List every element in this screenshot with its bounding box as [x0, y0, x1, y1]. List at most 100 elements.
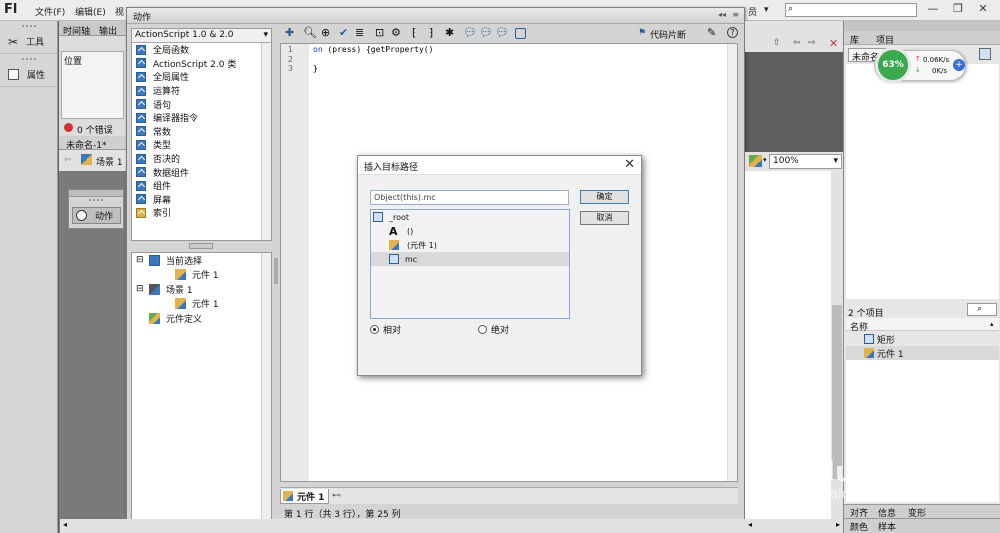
splitter-handle[interactable]	[189, 243, 213, 249]
code-hint-icon[interactable]: ⊡	[375, 26, 386, 39]
library-item[interactable]: 矩形	[846, 332, 999, 346]
tab-swatches[interactable]: 样本	[878, 520, 896, 533]
new-library-icon[interactable]	[979, 48, 991, 60]
navigator-item[interactable]: 元件 1	[132, 297, 271, 312]
bottom-scrollbar[interactable]: ◂	[60, 519, 745, 533]
boost-icon[interactable]: +	[953, 59, 965, 71]
scroll-right-icon[interactable]: ▸	[836, 520, 840, 529]
navigator-item[interactable]: ⊟ 当前选择	[132, 253, 271, 268]
tree-item-mc[interactable]: mc	[371, 252, 569, 266]
help-icon[interactable]: ?	[727, 27, 738, 38]
script-tab-symbol1[interactable]: 元件 1	[280, 489, 329, 504]
edit-symbols-icon[interactable]	[749, 155, 762, 167]
toolbox-scrollbar[interactable]	[261, 43, 271, 240]
close-icon[interactable]: ✕	[829, 37, 838, 50]
target-path-icon[interactable]: ⊕	[321, 26, 332, 39]
target-path-input[interactable]: Object(this).mc	[370, 190, 569, 205]
toolbox-item[interactable]: 常数	[132, 125, 271, 139]
toolbox-item[interactable]: 索引	[132, 206, 271, 220]
navigator-item[interactable]: 元件 1	[132, 268, 271, 283]
panel-menu-icon[interactable]: ≡	[732, 10, 739, 19]
toolbox-item[interactable]: 屏幕	[132, 193, 271, 207]
tools-button[interactable]: ✂ 工具	[0, 30, 57, 54]
menu-view[interactable]: 视	[115, 5, 124, 18]
expand-toggle-icon[interactable]: ⊟	[136, 284, 146, 294]
editor-scrollbar[interactable]	[727, 44, 737, 481]
add-script-icon[interactable]: ✚	[285, 26, 296, 39]
library-item-label: 矩形	[877, 335, 896, 346]
navigator-item[interactable]: ⊟ 场景 1	[132, 282, 271, 297]
expand-toggle-icon[interactable]: ⊟	[136, 255, 146, 265]
toolbox-item[interactable]: 否决的	[132, 152, 271, 166]
snippets-icon[interactable]: ⚑	[638, 28, 646, 38]
ok-button[interactable]: 确定	[580, 190, 629, 204]
version-select[interactable]: ActionScript 1.0 & 2.0 ▾	[132, 29, 271, 43]
minimize-button[interactable]: —	[922, 2, 944, 18]
pin-script-icon[interactable]: ⊷	[332, 491, 341, 501]
comment-line-icon[interactable]: 💬︎	[479, 26, 493, 39]
up-arrow-icon[interactable]: ⇧	[773, 38, 781, 48]
tree-item-text[interactable]: A ()	[371, 224, 569, 238]
tab-timeline[interactable]: 时间轴	[63, 24, 90, 37]
tab-output[interactable]: 输出	[99, 24, 117, 37]
toolbox-item[interactable]: 语句	[132, 97, 271, 111]
sort-icon[interactable]: ▴	[990, 320, 994, 328]
mini-actions-button[interactable]: 动作	[72, 207, 121, 224]
navigator-item[interactable]: 元件定义	[132, 311, 271, 326]
left-arrow-icon[interactable]: ⇦	[793, 38, 801, 48]
menu-edit[interactable]: 编辑(E)	[75, 5, 106, 18]
dialog-titlebar[interactable]: 插入目标路径 ✕	[358, 156, 641, 175]
tree-scrollbar[interactable]	[261, 253, 271, 519]
stage-hscrollbar[interactable]: ◂ ▸	[745, 519, 843, 533]
library-search-input[interactable]: ⌕	[967, 303, 997, 316]
scroll-left-icon[interactable]: ◂	[63, 520, 67, 529]
side-splitter[interactable]	[274, 258, 278, 284]
find-icon[interactable]: 🔍︎	[303, 26, 317, 39]
show-toolbox-icon[interactable]	[515, 28, 526, 39]
cancel-button[interactable]: 取消	[580, 211, 629, 225]
toolbox-item[interactable]: 编译器指令	[132, 111, 271, 125]
check-syntax-icon[interactable]: ✔	[339, 26, 350, 39]
close-window-button[interactable]: ✕	[972, 2, 994, 18]
right-arrow-icon[interactable]: ⇨	[808, 38, 816, 48]
debug-icon[interactable]: ⚙	[391, 26, 402, 39]
close-icon[interactable]: ✕	[624, 157, 635, 172]
snippets-label[interactable]: 代码片断	[650, 28, 686, 41]
library-item[interactable]: 元件 1	[846, 346, 999, 360]
menu-file[interactable]: 文件(F)	[35, 5, 65, 18]
auto-format-icon[interactable]: ≣	[355, 26, 366, 39]
comment-block-icon[interactable]: 💬︎	[463, 26, 477, 39]
toolbox-item[interactable]: 运算符	[132, 84, 271, 98]
chevron-down-icon[interactable]: ▾	[763, 156, 767, 164]
properties-button[interactable]: 属性	[0, 63, 57, 87]
tab-project[interactable]: 项目	[876, 33, 894, 46]
zoom-select[interactable]: 100% ▾	[769, 154, 842, 169]
search-input[interactable]: ⌕	[785, 3, 917, 17]
code-text[interactable]: on (press) {getProperty() }	[313, 45, 433, 74]
collapse-braces-icon[interactable]: ⁅	[412, 26, 423, 39]
tree-item-symbol[interactable]: (元件 1)	[371, 238, 569, 252]
wand-icon[interactable]: ✎	[707, 26, 716, 39]
uncomment-icon[interactable]: 💬︎	[495, 26, 509, 39]
tab-library[interactable]: 库	[850, 33, 859, 46]
toolbox-item[interactable]: ActionScript 2.0 类	[132, 57, 271, 71]
restore-button[interactable]: ❐	[947, 2, 969, 18]
workspace-label[interactable]: 员	[748, 5, 757, 18]
collapse-selection-icon[interactable]: ⁆	[429, 26, 440, 39]
back-arrow-icon[interactable]: ⇦	[64, 155, 72, 165]
chevron-down-icon[interactable]: ▾	[764, 5, 769, 15]
actions-titlebar[interactable]: 动作 ◂◂ ≡	[127, 8, 744, 24]
toolbox-item[interactable]: 数据组件	[132, 165, 271, 179]
toolbox-item[interactable]: 全局属性	[132, 70, 271, 84]
scroll-left-icon[interactable]: ◂	[748, 520, 752, 529]
expand-all-icon[interactable]: ✱	[445, 26, 456, 39]
tab-color[interactable]: 颜色	[850, 520, 868, 533]
radio-absolute[interactable]: 绝对	[478, 323, 509, 336]
toolbox-item[interactable]: 类型	[132, 138, 271, 152]
tree-item-root[interactable]: _root	[371, 210, 569, 224]
net-speed-widget[interactable]: 63% ↑ 0.06K/s ↓ 0K/s +	[874, 47, 966, 83]
toolbox-item[interactable]: 组件	[132, 179, 271, 193]
radio-relative[interactable]: 相对	[370, 323, 401, 336]
collapse-icon[interactable]: ◂◂	[718, 10, 726, 19]
toolbox-item[interactable]: 全局函数	[132, 43, 271, 57]
